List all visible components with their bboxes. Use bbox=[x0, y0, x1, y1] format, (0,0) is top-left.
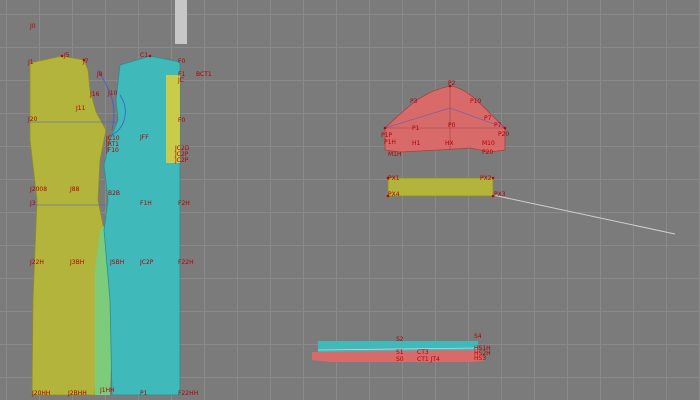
label-b2bhh: P1 bbox=[140, 390, 148, 397]
label-jhf: F0 bbox=[178, 117, 185, 124]
label-f2h: F2H bbox=[178, 200, 190, 207]
label-p7: P7 bbox=[484, 115, 492, 122]
label-ct1: CT1 JT4 bbox=[417, 356, 440, 363]
guide-line bbox=[492, 194, 676, 235]
label-j1: J1 bbox=[27, 59, 34, 66]
label-hs3: HS3 bbox=[474, 355, 486, 362]
label-px1: PX1 bbox=[388, 175, 400, 182]
label-p3: P3 bbox=[410, 98, 418, 105]
label-ct3: CT3 bbox=[417, 349, 429, 356]
label-j11: J11 bbox=[75, 105, 86, 112]
label-jc: BCT1 bbox=[196, 71, 212, 78]
front-body-shape bbox=[29, 55, 107, 396]
label-jc2d: JC bbox=[177, 77, 184, 84]
pattern-drawing[interactable]: J0 J1 J5 J7 J8 J16 J10 J11 J20 J2008 J88… bbox=[0, 0, 700, 400]
label-s1: S1 bbox=[396, 349, 404, 356]
label-f1h: F1H bbox=[140, 200, 152, 207]
label-p1h: P1H bbox=[384, 139, 396, 146]
label-px3: PX3 bbox=[494, 191, 506, 198]
label-s2: S2 bbox=[396, 336, 404, 343]
label-jff: JFF bbox=[139, 134, 149, 141]
label-p1: P1 bbox=[412, 125, 420, 132]
label-px4: PX4 bbox=[388, 191, 400, 198]
label-j5: J5 bbox=[63, 52, 70, 59]
label-j10: J10 bbox=[107, 90, 118, 97]
label-c1: C1 bbox=[140, 52, 148, 59]
label-j0: J0 bbox=[29, 23, 36, 30]
label-f22h: F22H bbox=[178, 259, 194, 266]
label-p2: P2 bbox=[448, 80, 456, 87]
label-p0: P0 bbox=[448, 122, 456, 129]
label-j22h: J22H bbox=[29, 259, 44, 266]
label-h6: HX bbox=[445, 140, 454, 147]
label-m1h: M1H bbox=[388, 151, 402, 158]
label-p20: P20 bbox=[498, 131, 509, 138]
label-j3: J3 bbox=[29, 200, 36, 207]
label-j1hh: J1HH bbox=[99, 387, 115, 394]
label-b2b: B2B bbox=[108, 190, 120, 197]
label-jc2p-b: JC2P bbox=[174, 157, 189, 164]
cuff-piece[interactable] bbox=[387, 177, 494, 197]
label-jcpe: JC2P bbox=[139, 259, 154, 266]
label-j7: J7 bbox=[82, 58, 89, 65]
label-j16: J16 bbox=[89, 91, 100, 98]
label-j8: J8 bbox=[96, 71, 103, 78]
label-j20hh: J20HH bbox=[31, 390, 50, 397]
label-p7-b: P7 bbox=[494, 122, 502, 129]
label-f22hh: F22HH bbox=[178, 390, 198, 397]
label-j2008: J2008 bbox=[29, 186, 47, 193]
label-h1: H1 bbox=[412, 140, 421, 147]
label-s4: S4 bbox=[474, 333, 482, 340]
label-j3bh: J3BH bbox=[69, 259, 84, 266]
label-f0: F0 bbox=[178, 58, 185, 65]
label-m10: M10 bbox=[482, 140, 495, 147]
label-j20: J20 bbox=[27, 116, 38, 123]
label-px2: PX2 bbox=[480, 175, 492, 182]
label-p10: P10 bbox=[470, 98, 481, 105]
label-j2bhh: J2BHH bbox=[67, 390, 87, 397]
cuff-shape bbox=[387, 177, 494, 197]
label-p1p: P1P bbox=[381, 132, 392, 139]
label-jsbh: JSBH bbox=[109, 259, 124, 266]
label-j88: J88 bbox=[69, 186, 80, 193]
label-jf10: JF10 bbox=[105, 147, 119, 154]
label-s0: S0 bbox=[396, 356, 404, 363]
label-p20b: P20 bbox=[482, 149, 493, 156]
pattern-canvas[interactable]: J0 J1 J5 J7 J8 J16 J10 J11 J20 J2008 J88… bbox=[0, 0, 700, 400]
